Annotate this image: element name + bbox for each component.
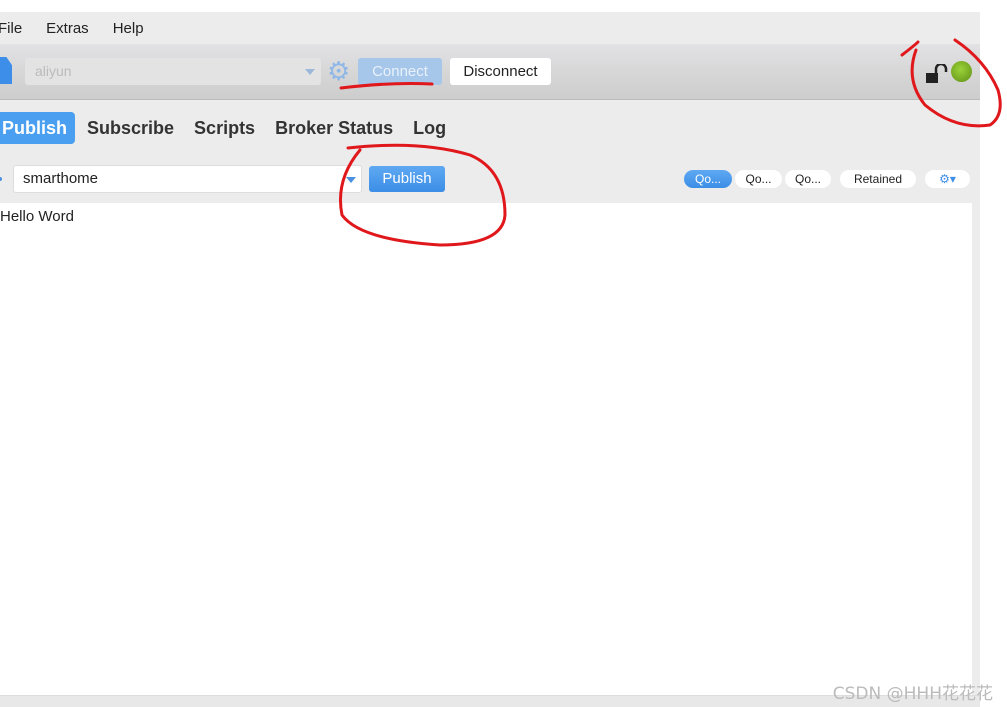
- retained-button[interactable]: Retained: [840, 170, 916, 188]
- connection-status-led: [951, 61, 972, 82]
- options-gear-dropdown[interactable]: ⚙▾: [925, 170, 970, 188]
- topic-value: smarthome: [23, 170, 99, 187]
- watermark: CSDN @HHH花花花: [832, 684, 993, 704]
- publish-button[interactable]: Publish: [369, 166, 445, 192]
- menu-extras[interactable]: Extras: [46, 20, 89, 37]
- qos1-button[interactable]: Qo...: [735, 170, 782, 188]
- tab-log[interactable]: Log: [403, 112, 456, 144]
- main-tabs: Publish Subscribe Scripts Broker Status …: [0, 112, 456, 144]
- connect-button[interactable]: Connect: [358, 58, 442, 85]
- chevron-down-icon[interactable]: [346, 177, 356, 183]
- tab-subscribe[interactable]: Subscribe: [77, 112, 184, 144]
- message-text: Hello Word: [0, 208, 74, 225]
- message-textarea[interactable]: Hello Word: [0, 203, 972, 695]
- topic-history-dot: [0, 177, 2, 181]
- gear-icon: ⚙▾: [939, 172, 956, 186]
- tab-broker-status[interactable]: Broker Status: [265, 112, 403, 144]
- qos2-button[interactable]: Qo...: [785, 170, 831, 188]
- qos0-button[interactable]: Qo...: [684, 170, 732, 188]
- profile-select[interactable]: aliyun: [25, 58, 321, 85]
- file-icon[interactable]: [0, 57, 12, 84]
- chevron-down-icon: [305, 69, 315, 75]
- menu-bar: File Extras Help: [0, 12, 980, 44]
- gear-icon[interactable]: ⚙: [327, 58, 350, 84]
- tab-scripts[interactable]: Scripts: [184, 112, 265, 144]
- profile-value: aliyun: [35, 63, 72, 79]
- topic-input[interactable]: smarthome: [13, 165, 362, 193]
- connection-toolbar: aliyun ⚙ Connect Disconnect: [0, 44, 980, 100]
- unlock-icon: [926, 64, 948, 83]
- tab-publish[interactable]: Publish: [0, 112, 76, 144]
- app-window: File Extras Help aliyun ⚙ Connect Discon…: [0, 12, 980, 707]
- menu-file[interactable]: File: [0, 20, 22, 37]
- disconnect-button[interactable]: Disconnect: [450, 58, 551, 85]
- menu-help[interactable]: Help: [113, 20, 144, 37]
